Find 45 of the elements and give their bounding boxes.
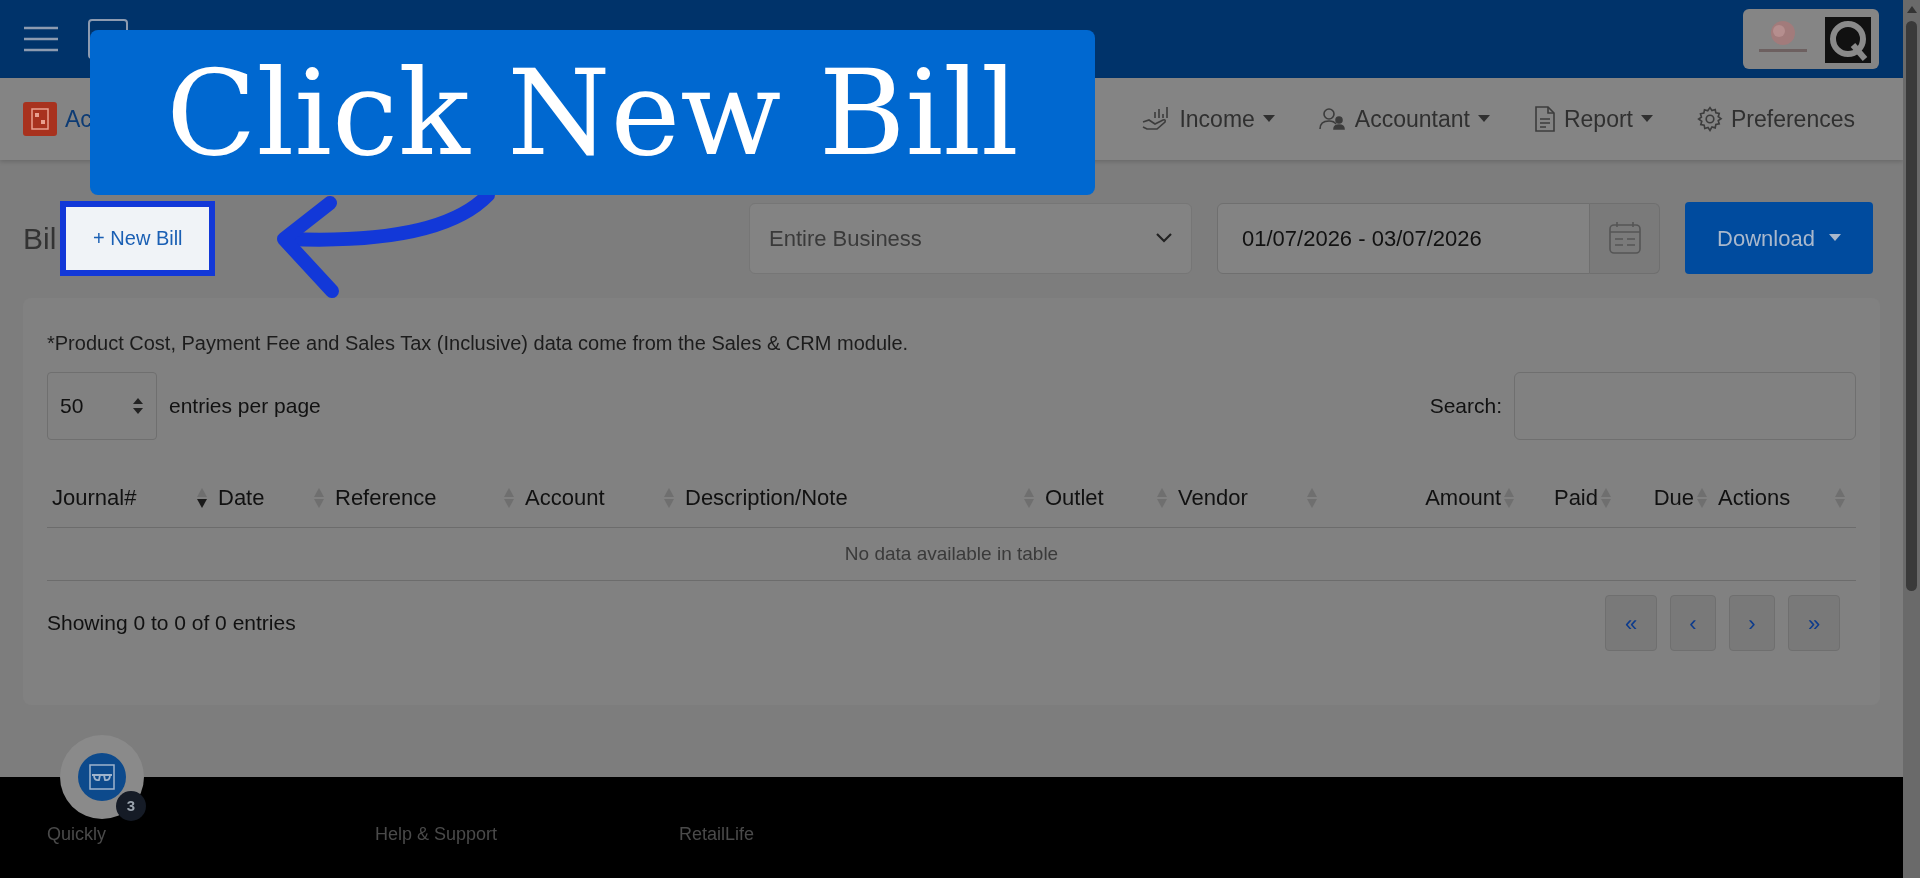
- caret-icon: [1262, 115, 1275, 123]
- column-header[interactable]: Due: [1617, 468, 1713, 527]
- app-icon: [23, 102, 57, 136]
- download-button[interactable]: Download: [1685, 202, 1873, 274]
- nav-item[interactable]: Ac: [23, 101, 92, 137]
- column-header[interactable]: Journal#: [47, 468, 213, 527]
- nav-item[interactable]: Accountant: [1318, 101, 1490, 137]
- column-header[interactable]: Paid: [1520, 468, 1617, 527]
- column-header[interactable]: Outlet: [1040, 468, 1173, 527]
- column-header[interactable]: Reference: [330, 468, 520, 527]
- page-size-select[interactable]: 50: [47, 372, 157, 440]
- column-header[interactable]: Vendor: [1173, 468, 1323, 527]
- search-label: Search:: [1429, 393, 1502, 420]
- data-source-note: *Product Cost, Payment Fee and Sales Tax (Inclusive) data come from the Sales & CRM module.: [47, 331, 910, 356]
- pagination-button[interactable]: »: [1788, 595, 1840, 651]
- column-header[interactable]: Account: [520, 468, 680, 527]
- scope-select[interactable]: Entire Business: [749, 202, 1192, 274]
- nav-item[interactable]: Income: [1141, 101, 1275, 137]
- column-header[interactable]: Amount: [1323, 468, 1520, 527]
- scrollbar[interactable]: [1903, 0, 1920, 878]
- column-header[interactable]: Date: [213, 468, 330, 527]
- caret-icon: [1641, 115, 1653, 123]
- sort-icon: [132, 397, 144, 415]
- chevron-icon: [1156, 233, 1172, 243]
- entries-info: Showing 0 to 0 of 0 entries: [47, 610, 296, 637]
- scroll-up-icon[interactable]: [1906, 6, 1917, 13]
- caret-icon: [1477, 115, 1490, 123]
- nav-item[interactable]: Preferences: [1697, 101, 1855, 137]
- new-bill-button[interactable]: + New Bill: [60, 200, 216, 276]
- users-icon: [1318, 107, 1347, 131]
- empty-table-message: No data available in table: [844, 541, 1059, 566]
- page-title: Bil: [23, 220, 57, 257]
- nav-item[interactable]: Report: [1533, 101, 1653, 137]
- menu-icon[interactable]: [24, 26, 58, 52]
- calendar-icon: [1608, 221, 1641, 255]
- tutorial-callout: Click New Bill: [90, 30, 1095, 195]
- caret-icon: [1828, 234, 1841, 242]
- glasses-icon: [78, 753, 126, 801]
- date-range-field[interactable]: 01/07/2026 - 03/07/2026: [1217, 202, 1590, 274]
- document-icon: [1533, 106, 1556, 132]
- column-header[interactable]: Actions: [1713, 468, 1851, 527]
- settings-icon: [1697, 106, 1723, 132]
- column-header[interactable]: Description/Note: [680, 468, 1040, 527]
- assistant-button[interactable]: 3: [60, 735, 144, 819]
- page-size-label: entries per page: [169, 393, 321, 420]
